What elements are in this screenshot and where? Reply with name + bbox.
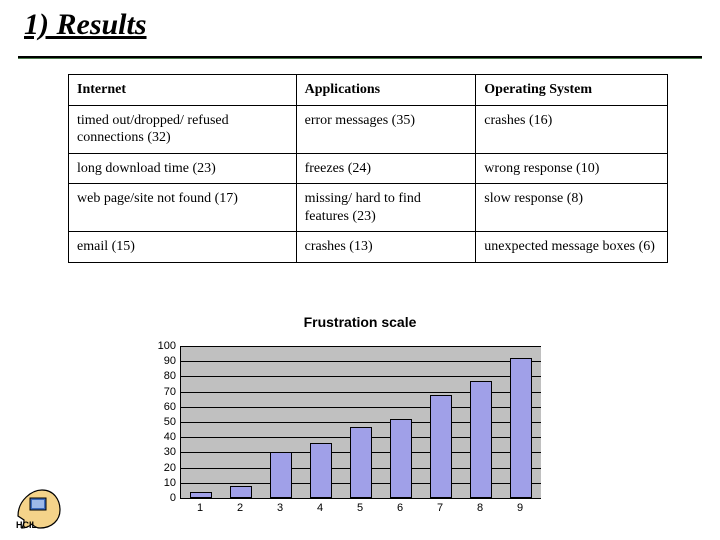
chart-bar-slot <box>461 346 501 498</box>
chart-bar-slot <box>301 346 341 498</box>
results-table: Internet Applications Operating System t… <box>68 74 668 263</box>
chart-bar-slot <box>421 346 461 498</box>
table-cell: missing/ hard to find features (23) <box>296 184 476 232</box>
chart-gridline <box>181 498 541 499</box>
chart-y-tick: 0 <box>140 492 176 504</box>
chart-bar <box>390 419 412 498</box>
chart-y-tick: 20 <box>140 462 176 474</box>
chart-bar-slot <box>221 346 261 498</box>
divider <box>18 56 702 59</box>
chart-x-tick: 5 <box>340 502 380 516</box>
chart-bar-slot <box>381 346 421 498</box>
chart-y-tick: 30 <box>140 446 176 458</box>
hcil-logo: HCIL <box>14 486 62 530</box>
chart-y-tick: 90 <box>140 355 176 367</box>
chart-y-tick: 60 <box>140 401 176 413</box>
chart-bar-slot <box>261 346 301 498</box>
chart-bar <box>350 427 372 498</box>
chart-bar <box>510 358 532 498</box>
table-cell: crashes (16) <box>476 105 668 153</box>
chart-y-tick: 80 <box>140 370 176 382</box>
chart-x-tick: 1 <box>180 502 220 516</box>
frustration-chart: 0 10 20 30 40 50 60 70 80 90 100 123456789 <box>140 342 560 522</box>
table-cell: freezes (24) <box>296 153 476 184</box>
chart-y-tick: 40 <box>140 431 176 443</box>
table-cell: web page/site not found (17) <box>69 184 297 232</box>
table-cell: email (15) <box>69 232 297 263</box>
chart-plot-area <box>180 346 541 499</box>
chart-x-tick: 2 <box>220 502 260 516</box>
chart-x-tick: 3 <box>260 502 300 516</box>
table-cell: crashes (13) <box>296 232 476 263</box>
table-cell: error messages (35) <box>296 105 476 153</box>
table-cell: slow response (8) <box>476 184 668 232</box>
svg-text:HCIL: HCIL <box>16 520 37 530</box>
chart-bar <box>190 492 212 498</box>
table-row: long download time (23)freezes (24)wrong… <box>69 153 668 184</box>
chart-x-tick: 7 <box>420 502 460 516</box>
table-row: web page/site not found (17)missing/ har… <box>69 184 668 232</box>
table-row: timed out/dropped/ refused connections (… <box>69 105 668 153</box>
chart-bar-slot <box>181 346 221 498</box>
chart-bar-slot <box>341 346 381 498</box>
chart-title: Frustration scale <box>0 314 720 330</box>
table-header: Operating System <box>476 75 668 106</box>
chart-x-tick: 6 <box>380 502 420 516</box>
chart-y-tick: 10 <box>140 477 176 489</box>
table-header: Applications <box>296 75 476 106</box>
chart-x-tick: 8 <box>460 502 500 516</box>
table-cell: wrong response (10) <box>476 153 668 184</box>
page-title: 1) Results <box>24 8 147 42</box>
chart-x-tick: 9 <box>500 502 540 516</box>
table-header-row: Internet Applications Operating System <box>69 75 668 106</box>
chart-bar <box>470 381 492 498</box>
chart-bar <box>430 395 452 498</box>
chart-x-tick: 4 <box>300 502 340 516</box>
chart-y-tick: 100 <box>140 340 176 352</box>
chart-bar <box>270 452 292 498</box>
chart-bar <box>230 486 252 498</box>
table-cell: timed out/dropped/ refused connections (… <box>69 105 297 153</box>
chart-bar-slot <box>501 346 541 498</box>
chart-y-tick: 70 <box>140 386 176 398</box>
table-cell: long download time (23) <box>69 153 297 184</box>
table-row: email (15)crashes (13)unexpected message… <box>69 232 668 263</box>
chart-y-tick: 50 <box>140 416 176 428</box>
chart-bar <box>310 443 332 498</box>
table-cell: unexpected message boxes (6) <box>476 232 668 263</box>
table-header: Internet <box>69 75 297 106</box>
